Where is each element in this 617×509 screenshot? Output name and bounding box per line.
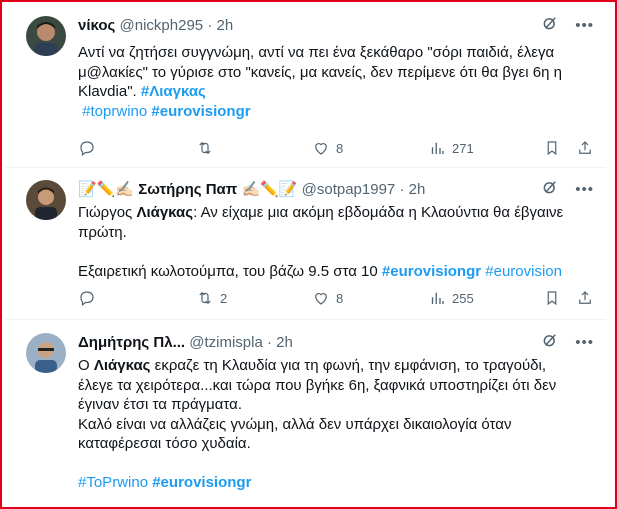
like-icon xyxy=(315,143,327,155)
name-emoji: 📝✏️✍🏻 xyxy=(78,181,135,198)
share-button[interactable] xyxy=(576,138,594,158)
avatar[interactable] xyxy=(26,16,66,56)
tweet-text-bold: Λιάγκας xyxy=(93,357,151,374)
author-handle[interactable]: @tzimispla xyxy=(189,334,263,351)
retweet-count: 2 xyxy=(220,290,228,306)
author-handle[interactable]: @nickph295 xyxy=(120,17,204,34)
hashtag-link[interactable]: #eurovisiongr xyxy=(152,474,251,491)
more-icon[interactable]: ••• xyxy=(575,17,594,35)
author-name[interactable]: Σωτήρης Παπ xyxy=(138,181,237,198)
tweet-text: Γιώργος xyxy=(78,204,137,221)
views-count: 271 xyxy=(452,140,474,156)
more-icon[interactable]: ••• xyxy=(575,181,594,199)
separator: · xyxy=(207,17,213,34)
tweet-text-line: Εξαιρετική κωλοτούμπα, του βάζω 9.5 στα … xyxy=(78,262,378,280)
tweet-text: Ο xyxy=(78,357,94,374)
separator: · xyxy=(267,334,272,351)
timestamp[interactable]: 2h xyxy=(276,334,293,351)
like-count: 8 xyxy=(336,290,344,306)
retweet-button[interactable]: 2 xyxy=(196,288,227,308)
bookmark-button[interactable] xyxy=(543,138,561,158)
hashtag-link[interactable]: #eurovision xyxy=(485,263,562,280)
bookmark-button[interactable] xyxy=(543,288,561,308)
retweet-icon xyxy=(199,291,211,305)
avatar[interactable] xyxy=(26,180,66,220)
timestamp[interactable]: 2h xyxy=(409,181,426,198)
reply-button[interactable] xyxy=(78,138,96,158)
grok-icon[interactable] xyxy=(541,14,559,38)
like-count: 8 xyxy=(336,140,344,156)
tweet-text-line: Καλό είναι να αλλάζεις γνώμη, αλλά δεν υ… xyxy=(78,415,512,433)
like-button[interactable]: 8 xyxy=(312,288,343,308)
bookmark-icon xyxy=(547,141,557,156)
bookmark-icon xyxy=(547,291,557,306)
reply-icon xyxy=(80,141,94,156)
tweet-text-bold: Λιάγκας xyxy=(136,204,194,221)
name-emoji: ✍🏻✏️📝 xyxy=(241,181,298,198)
share-icon xyxy=(579,141,591,154)
tweet[interactable]: Δημήτρης Πλ... @tzimispla · 2h ••• Ο Λιά… xyxy=(5,320,606,505)
tweet-text-line: καταφέρεσαι τόσο χυδαία. xyxy=(78,435,251,452)
like-icon xyxy=(315,293,327,305)
views-count: 255 xyxy=(452,290,474,306)
tweet-text-line: έγιναν έτσι τα πράγματα. xyxy=(78,396,242,413)
views-icon xyxy=(431,142,444,154)
tweet-text-line: πρώτη. xyxy=(78,223,127,241)
tweet-text: : Αν είχαμε μια ακόμη εβδομάδα η Κλαούντ… xyxy=(193,204,564,221)
views-button[interactable]: 255 xyxy=(428,288,474,308)
hashtag-link[interactable]: #eurovisiongr xyxy=(151,103,250,120)
author-handle[interactable]: @sotpap1997 xyxy=(302,181,396,198)
views-icon xyxy=(431,292,444,304)
share-button[interactable] xyxy=(576,288,594,308)
tweet[interactable]: 📝✏️✍🏻 Σωτήρης Παπ ✍🏻✏️📝 @sotpap1997 · 2h… xyxy=(5,168,606,320)
reply-icon xyxy=(80,291,94,306)
hashtag-link[interactable]: #ToPrwino xyxy=(78,474,148,491)
retweet-button[interactable] xyxy=(196,138,214,158)
share-icon xyxy=(579,291,591,304)
hashtag-link[interactable]: #eurovisiongr xyxy=(382,263,481,280)
more-icon[interactable]: ••• xyxy=(575,334,594,352)
views-button[interactable]: 271 xyxy=(428,138,474,158)
retweet-icon xyxy=(199,141,211,155)
author-name[interactable]: Δημήτρης Πλ... xyxy=(78,334,185,351)
grok-icon[interactable] xyxy=(541,331,559,355)
hashtag-link[interactable]: #toprwino xyxy=(82,103,147,120)
like-button[interactable]: 8 xyxy=(312,138,343,158)
tweet-text: εκραζε τη Κλαυδία για τη φωνή, την εμφάν… xyxy=(150,357,547,374)
author-name[interactable]: νίκος xyxy=(78,17,115,34)
timestamp[interactable]: 2h xyxy=(216,17,233,34)
separator: · xyxy=(399,181,405,198)
grok-icon[interactable] xyxy=(541,178,559,202)
tweet-text-line: Αντί να ζητήσει συγγνώμη, αντί να πει έν… xyxy=(78,44,555,61)
tweet-text-line: Klavdia". xyxy=(78,83,137,100)
tweet[interactable]: νίκος @nickph295 · 2h ••• Αντί να ζητήσε… xyxy=(5,5,606,168)
tweet-text-line: μ@λακίες" το γύρισε στο "κανείς, μα κανε… xyxy=(78,63,562,81)
hashtag-link[interactable]: #Λιαγκας xyxy=(141,83,206,100)
avatar[interactable] xyxy=(26,333,66,373)
tweet-text-line: έλεγε τα χειρότερα...και τώρα που βγήκε … xyxy=(78,376,557,394)
reply-button[interactable] xyxy=(78,288,96,308)
